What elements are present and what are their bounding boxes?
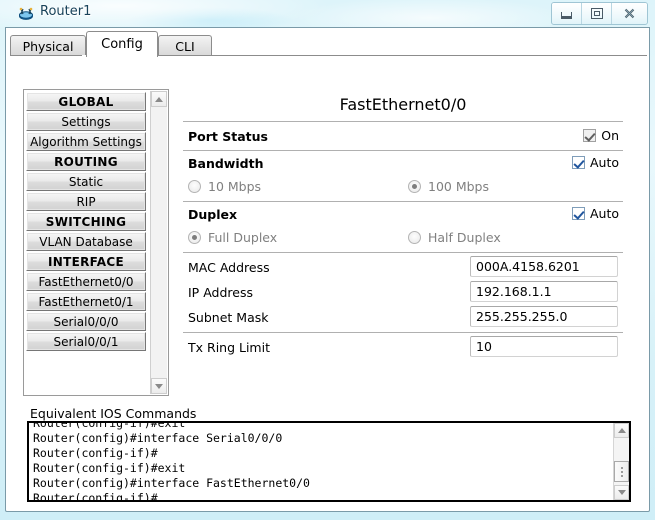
- window-controls: [551, 2, 648, 25]
- console-scrollbar-thumb[interactable]: [614, 461, 629, 482]
- sidebar-item-serial0-0-0[interactable]: Serial0/0/0: [26, 312, 146, 331]
- duplex-option-full-label: Full Duplex: [208, 230, 277, 245]
- divider: [183, 332, 623, 333]
- router-config-window: Router1 Physical Config CLI: [0, 0, 655, 520]
- tx-ring-limit-field[interactable]: 10: [470, 336, 618, 357]
- mac-address-label: MAC Address: [188, 260, 270, 275]
- duplex-option-half-label: Half Duplex: [428, 230, 501, 245]
- divider: [183, 150, 623, 151]
- port-status-label: Port Status: [188, 129, 268, 144]
- duplex-auto-label: Auto: [590, 206, 619, 221]
- maximize-button[interactable]: [582, 3, 612, 24]
- bandwidth-option-100mbps[interactable]: 100 Mbps: [408, 179, 489, 194]
- sidebar-scrollbar[interactable]: [150, 91, 167, 394]
- window-client-area: Physical Config CLI GLOBAL Settings Algo…: [5, 27, 650, 512]
- bandwidth-auto-checkbox[interactable]: Auto: [572, 155, 619, 170]
- sidebar-item-fastethernet0-1[interactable]: FastEthernet0/1: [26, 292, 146, 311]
- sidebar-scroll-up-button[interactable]: [151, 91, 167, 107]
- sidebar-item-routing[interactable]: ROUTING: [26, 152, 146, 171]
- sidebar-scroll-down-button[interactable]: [151, 378, 167, 394]
- duplex-auto-checkbox[interactable]: Auto: [572, 206, 619, 221]
- window-title: Router1: [40, 4, 91, 19]
- checkbox-icon: [572, 207, 585, 220]
- ip-address-field[interactable]: 192.168.1.1: [470, 281, 618, 302]
- divider: [183, 121, 623, 122]
- subnet-mask-label: Subnet Mask: [188, 310, 268, 325]
- sidebar-item-interface[interactable]: INTERFACE: [26, 252, 146, 271]
- radio-icon: [188, 231, 201, 244]
- maximize-icon: [591, 8, 603, 19]
- divider: [183, 201, 623, 202]
- close-button[interactable]: [612, 3, 647, 24]
- equivalent-ios-commands-label: Equivalent IOS Commands: [27, 406, 199, 421]
- tab-strip: Physical Config CLI: [10, 31, 647, 56]
- sidebar-item-algorithm-settings[interactable]: Algorithm Settings: [26, 132, 146, 151]
- bandwidth-label: Bandwidth: [188, 156, 263, 171]
- tab-config[interactable]: Config: [86, 31, 158, 57]
- page-title: FastEthernet0/0: [183, 95, 623, 114]
- sidebar-item-settings[interactable]: Settings: [26, 112, 146, 131]
- console-scroll-up-button[interactable]: [614, 423, 629, 438]
- console-scroll-down-button[interactable]: [614, 485, 629, 500]
- port-status-checkbox[interactable]: On: [583, 128, 619, 143]
- sidebar-button-list: GLOBAL Settings Algorithm Settings ROUTI…: [26, 92, 148, 393]
- close-icon: [623, 7, 636, 20]
- sidebar-item-switching[interactable]: SWITCHING: [26, 212, 146, 231]
- checkbox-icon: [572, 156, 585, 169]
- radio-icon: [408, 231, 421, 244]
- sidebar-item-vlan-database[interactable]: VLAN Database: [26, 232, 146, 251]
- equivalent-ios-commands-group: Equivalent IOS Commands Router(config-if…: [23, 408, 635, 502]
- sidebar-item-fastethernet0-0[interactable]: FastEthernet0/0: [26, 272, 146, 291]
- config-panel: GLOBAL Settings Algorithm Settings ROUTI…: [10, 56, 647, 508]
- sidebar-item-global[interactable]: GLOBAL: [26, 92, 146, 111]
- mac-address-field[interactable]: 000A.4158.6201: [470, 256, 618, 277]
- port-status-checkbox-label: On: [601, 128, 619, 143]
- ios-console-text: Router(config-if)#exit Router(config)#in…: [33, 421, 603, 502]
- duplex-label: Duplex: [188, 207, 237, 222]
- tab-cli[interactable]: CLI: [158, 35, 212, 56]
- chevron-up-icon: [155, 97, 163, 102]
- bandwidth-option-10mbps-label: 10 Mbps: [208, 179, 261, 194]
- minimize-icon: [561, 12, 572, 19]
- bandwidth-option-100mbps-label: 100 Mbps: [428, 179, 489, 194]
- ios-console[interactable]: Router(config-if)#exit Router(config)#in…: [27, 421, 631, 502]
- subnet-mask-field[interactable]: 255.255.255.0: [470, 306, 618, 327]
- duplex-option-half[interactable]: Half Duplex: [408, 230, 501, 245]
- checkbox-icon: [583, 129, 596, 142]
- interface-config-form: FastEthernet0/0 Port Status On Bandwidth…: [183, 89, 623, 396]
- chevron-up-icon: [618, 428, 626, 433]
- router-icon: [18, 5, 34, 21]
- radio-icon: [188, 180, 201, 193]
- ip-address-label: IP Address: [188, 285, 253, 300]
- sidebar-item-static[interactable]: Static: [26, 172, 146, 191]
- sidebar-item-serial0-0-1[interactable]: Serial0/0/1: [26, 332, 146, 351]
- sidebar-item-rip[interactable]: RIP: [26, 192, 146, 211]
- minimize-button[interactable]: [552, 3, 582, 24]
- tab-physical[interactable]: Physical: [10, 35, 86, 56]
- config-sidebar: GLOBAL Settings Algorithm Settings ROUTI…: [23, 89, 169, 396]
- radio-icon: [408, 180, 421, 193]
- chevron-down-icon: [155, 384, 163, 389]
- title-bar[interactable]: Router1: [0, 0, 655, 26]
- duplex-option-full[interactable]: Full Duplex: [188, 230, 277, 245]
- ios-console-scrollbar[interactable]: [613, 423, 629, 500]
- chevron-down-icon: [618, 490, 626, 495]
- grip-icon: [621, 467, 623, 469]
- bandwidth-auto-label: Auto: [590, 155, 619, 170]
- bandwidth-option-10mbps[interactable]: 10 Mbps: [188, 179, 261, 194]
- divider: [183, 252, 623, 253]
- tx-ring-limit-label: Tx Ring Limit: [188, 340, 270, 355]
